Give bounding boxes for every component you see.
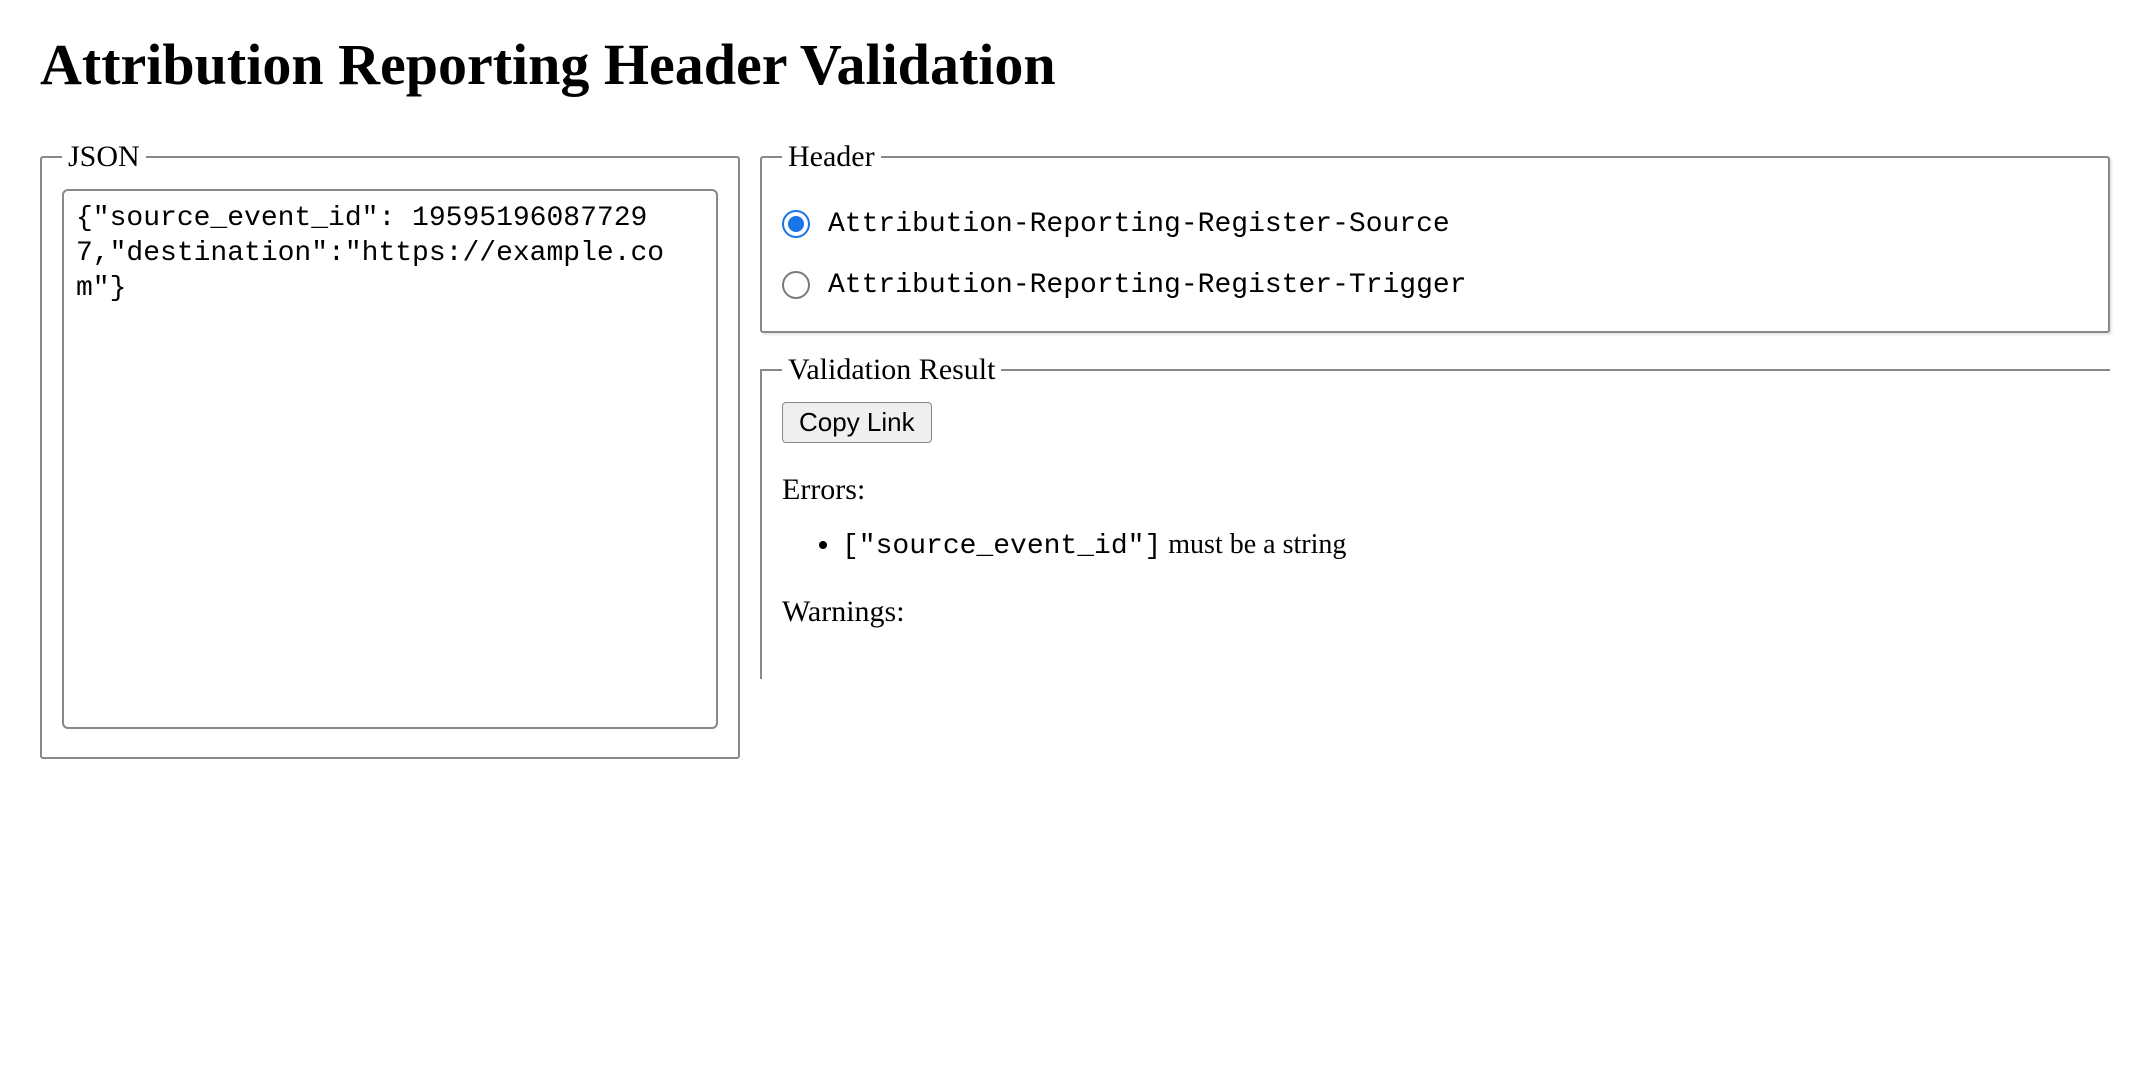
header-legend: Header — [782, 140, 881, 174]
error-item: ["source_event_id"] must be a string — [842, 527, 2090, 565]
radio-label-source: Attribution-Reporting-Register-Source — [828, 209, 1450, 240]
json-legend: JSON — [62, 140, 146, 174]
header-fieldset: Header Attribution-Reporting-Register-So… — [760, 140, 2110, 333]
validation-result-legend: Validation Result — [782, 353, 1001, 387]
right-column: Header Attribution-Reporting-Register-So… — [760, 140, 2110, 679]
error-path: ["source_event_id"] — [842, 531, 1161, 562]
radio-label-trigger: Attribution-Reporting-Register-Trigger — [828, 270, 1467, 301]
copy-link-button[interactable]: Copy Link — [782, 402, 932, 443]
errors-label: Errors: — [782, 473, 2090, 507]
json-input[interactable] — [62, 189, 718, 729]
json-fieldset: JSON — [40, 140, 740, 759]
radio-register-source[interactable]: Attribution-Reporting-Register-Source — [782, 209, 2088, 240]
header-radio-group: Attribution-Reporting-Register-Source At… — [782, 189, 2088, 311]
errors-list: ["source_event_id"] must be a string — [782, 527, 2090, 565]
radio-dot-icon — [788, 216, 804, 232]
radio-unchecked-icon — [782, 271, 810, 299]
main-layout: JSON Header Attribution-Reporting-Regist… — [40, 140, 2110, 759]
validation-result-fieldset: Validation Result Copy Link Errors: ["so… — [760, 353, 2110, 679]
radio-register-trigger[interactable]: Attribution-Reporting-Register-Trigger — [782, 270, 2088, 301]
radio-checked-icon — [782, 210, 810, 238]
page-title: Attribution Reporting Header Validation — [40, 30, 2110, 100]
left-column: JSON — [40, 140, 740, 759]
error-message-text: must be a string — [1168, 529, 1346, 560]
warnings-label: Warnings: — [782, 595, 2090, 629]
